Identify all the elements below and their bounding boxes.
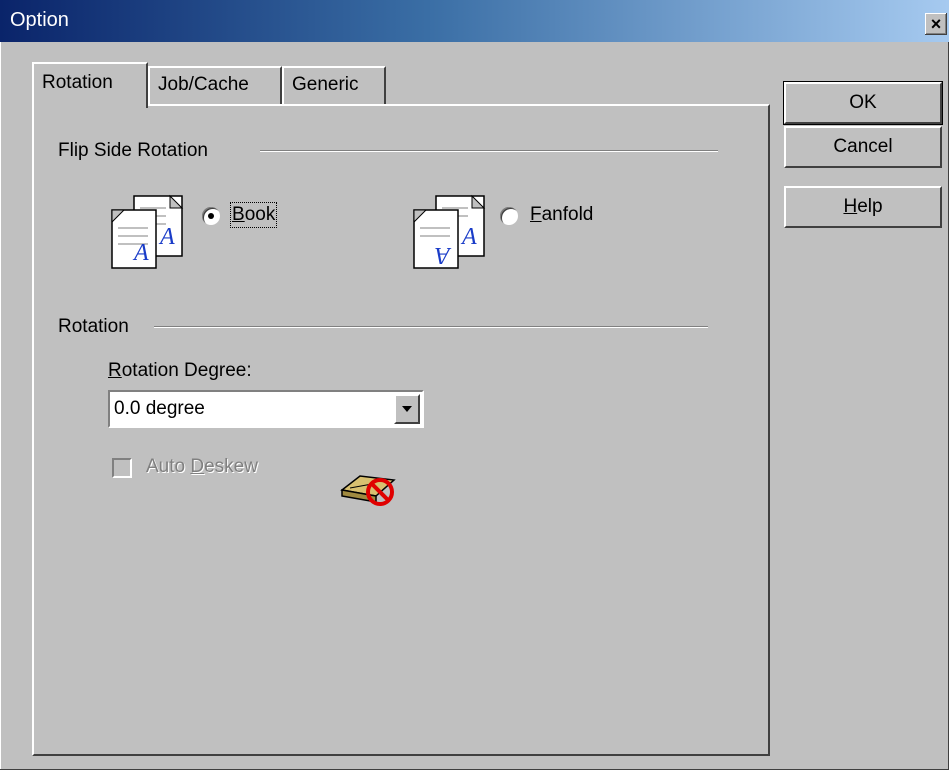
chevron-down-icon: [402, 406, 412, 412]
tab-generic[interactable]: Generic: [282, 66, 386, 104]
window-title: Option: [10, 9, 69, 31]
rotation-divider: [154, 326, 708, 328]
auto-deskew-label: Auto Deskew: [146, 456, 258, 477]
close-icon: ×: [930, 14, 942, 34]
dropdown-button[interactable]: [394, 394, 420, 424]
tab-label: Generic: [292, 74, 359, 95]
rotation-degree-select[interactable]: 0.0 degree: [108, 390, 424, 428]
book-radio-label[interactable]: Book: [229, 202, 278, 228]
title-bar[interactable]: Option ×: [0, 0, 949, 42]
cancel-button[interactable]: Cancel: [784, 126, 942, 168]
option-dialog: Option × Rotation Job/Cache Generic Flip…: [0, 0, 949, 770]
fanfold-pages-icon: A A: [413, 194, 486, 269]
book-radio[interactable]: [202, 207, 220, 225]
book-pages-icon: A A: [111, 194, 184, 269]
close-button[interactable]: ×: [925, 13, 947, 35]
flip-side-divider: [260, 150, 718, 152]
svg-text:A: A: [158, 224, 175, 250]
rotation-degree-value: 0.0 degree: [114, 398, 205, 419]
rotation-degree-label: Rotation Degree:: [108, 360, 252, 381]
tab-label: Job/Cache: [158, 74, 249, 95]
radio-selected-dot: [208, 213, 214, 219]
rotation-group-label: Rotation: [58, 316, 139, 338]
auto-deskew-checkbox[interactable]: [112, 458, 132, 478]
tab-job-cache[interactable]: Job/Cache: [148, 66, 282, 104]
flip-side-rotation-label: Flip Side Rotation: [58, 140, 218, 162]
deskew-unavailable-icon: [340, 475, 396, 506]
svg-text:A: A: [460, 224, 477, 250]
help-button[interactable]: Help: [784, 186, 942, 228]
ok-button[interactable]: OK: [783, 81, 943, 125]
svg-text:A: A: [435, 242, 452, 268]
fanfold-radio-label[interactable]: Fanfold: [530, 204, 593, 226]
fanfold-radio[interactable]: [500, 207, 518, 225]
svg-text:A: A: [132, 240, 149, 266]
tab-rotation[interactable]: Rotation: [32, 62, 148, 108]
tab-label: Rotation: [42, 72, 113, 93]
